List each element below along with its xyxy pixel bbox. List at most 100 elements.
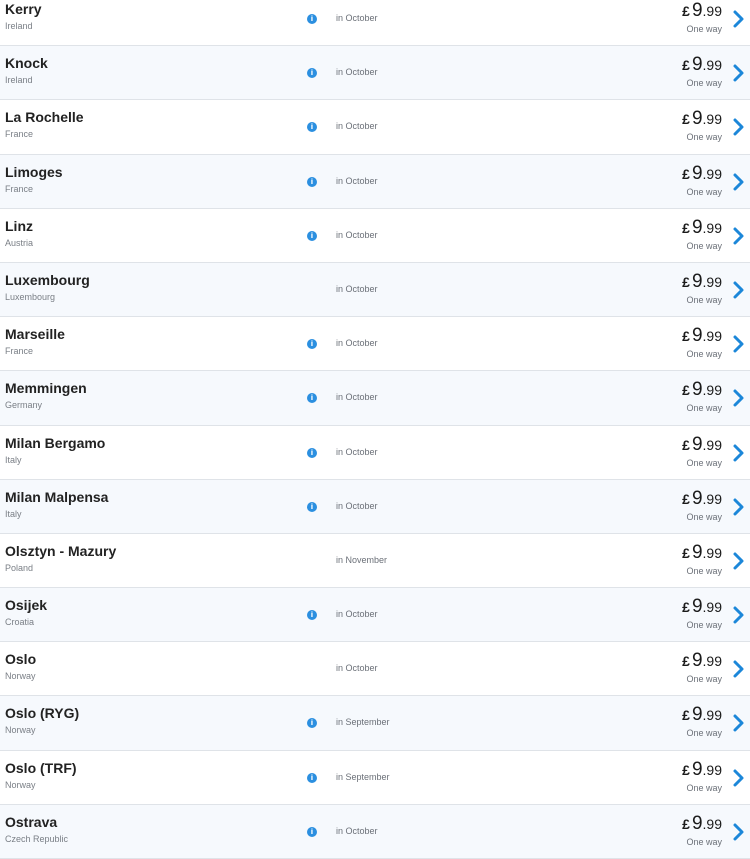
info-icon[interactable]: i <box>307 230 317 241</box>
fare-price: £9.99 <box>682 542 722 564</box>
travel-month: in October <box>336 121 378 132</box>
chevron-right-icon[interactable] <box>732 713 746 733</box>
destination-country: Ireland <box>5 75 33 86</box>
fare-currency: £ <box>682 328 690 345</box>
fare-currency: £ <box>682 165 690 182</box>
info-icon[interactable]: i <box>307 68 317 79</box>
chevron-right-icon[interactable] <box>732 9 746 29</box>
destination-country: Norway <box>5 725 36 736</box>
destination-country: Austria <box>5 237 34 248</box>
destination-city: La Rochelle <box>5 109 84 126</box>
info-icon[interactable]: i <box>307 501 317 512</box>
fare-price-decimal: .99 <box>702 436 722 453</box>
info-icon[interactable]: i <box>307 176 317 187</box>
destination-row[interactable]: Knock Ireland i in October £9.99 One way <box>0 46 750 101</box>
info-icon[interactable]: i <box>307 610 317 621</box>
info-icon[interactable]: i <box>307 447 317 458</box>
destination-city: Marseille <box>5 326 65 343</box>
chevron-right-icon[interactable] <box>732 822 746 842</box>
fare-currency: £ <box>682 490 690 507</box>
chevron-right-icon[interactable] <box>732 768 746 788</box>
fare-price: £9.99 <box>682 704 722 726</box>
fare-currency: £ <box>682 219 690 236</box>
chevron-right-icon[interactable] <box>732 226 746 246</box>
fare-price-integer: 9 <box>691 596 703 618</box>
travel-month: in October <box>336 663 378 674</box>
destination-row[interactable]: Milan Malpensa Italy i in October £9.99 … <box>0 479 750 534</box>
destination-city: Memmingen <box>5 380 87 397</box>
destination-city: Milan Malpensa <box>5 488 109 505</box>
destination-row[interactable]: Ostrava Czech Republic i in October £9.9… <box>0 804 750 859</box>
info-icon[interactable]: i <box>307 339 317 350</box>
chevron-right-icon[interactable] <box>732 172 746 192</box>
destination-row[interactable]: Milan Bergamo Italy i in October £9.99 O… <box>0 425 750 480</box>
destination-country: Croatia <box>5 617 35 628</box>
info-icon[interactable]: i <box>307 14 317 24</box>
chevron-right-icon[interactable] <box>732 63 746 83</box>
chevron-right-icon[interactable] <box>732 605 746 625</box>
fare-type: One way <box>686 349 722 360</box>
destination-country: France <box>5 129 34 140</box>
destination-row[interactable]: Linz Austria i in October £9.99 One way <box>0 208 750 263</box>
fare-type: One way <box>686 132 722 143</box>
destination-country: Luxembourg <box>5 291 56 302</box>
destination-row[interactable]: Marseille France i in October £9.99 One … <box>0 317 750 372</box>
fare-price-decimal: .99 <box>702 3 722 19</box>
fare-price-integer: 9 <box>691 216 703 238</box>
info-icon[interactable]: i <box>307 826 317 837</box>
destination-row[interactable]: Luxembourg Luxembourg in October £9.99 O… <box>0 262 750 318</box>
travel-month: in October <box>336 446 378 457</box>
fare-currency: £ <box>682 3 690 19</box>
travel-month: in October <box>336 67 378 78</box>
destination-row[interactable]: Oslo Norway in October £9.99 One way <box>0 642 750 697</box>
destination-row[interactable]: Osijek Croatia i in October £9.99 One wa… <box>0 588 750 643</box>
chevron-right-icon[interactable] <box>732 388 746 408</box>
chevron-right-icon[interactable] <box>732 551 746 571</box>
chevron-right-icon[interactable] <box>732 443 746 463</box>
fare-price: £9.99 <box>682 108 722 130</box>
travel-month: in November <box>336 554 388 565</box>
fare-price-decimal: .99 <box>702 490 722 507</box>
fare-price-integer: 9 <box>691 541 703 563</box>
chevron-right-icon[interactable] <box>732 280 746 300</box>
chevron-right-icon[interactable] <box>732 497 746 517</box>
fare-currency: £ <box>682 544 690 561</box>
destination-country: France <box>5 183 34 194</box>
chevron-right-icon[interactable] <box>732 659 746 679</box>
fare-price: £9.99 <box>682 596 722 618</box>
destination-row[interactable]: Oslo (TRF) Norway i in September £9.99 O… <box>0 750 750 805</box>
fare-type: One way <box>686 782 722 793</box>
destination-row[interactable]: La Rochelle France i in October £9.99 On… <box>0 100 750 155</box>
fare-price: £9.99 <box>682 163 722 185</box>
info-icon[interactable]: i <box>307 393 317 404</box>
fare-type: One way <box>686 294 722 305</box>
fare-price: £9.99 <box>682 271 722 293</box>
fare-currency: £ <box>682 761 690 778</box>
destination-row[interactable]: Olsztyn - Mazury Poland in November £9.9… <box>0 533 750 589</box>
destination-country: Poland <box>5 562 34 573</box>
fare-price-decimal: .99 <box>702 599 722 616</box>
fare-price-integer: 9 <box>691 704 703 726</box>
fare-price-decimal: .99 <box>702 165 722 182</box>
fare-price-decimal: .99 <box>702 328 722 345</box>
fare-price-integer: 9 <box>691 758 703 780</box>
travel-month: in October <box>336 283 378 294</box>
fare-currency: £ <box>682 273 690 290</box>
chevron-right-icon[interactable] <box>732 117 746 137</box>
destination-row[interactable]: Oslo (RYG) Norway i in September £9.99 O… <box>0 696 750 751</box>
destination-row[interactable]: Kerry Ireland i in October £9.99 One way <box>0 0 750 47</box>
info-icon[interactable]: i <box>307 772 317 783</box>
destination-city: Olsztyn - Mazury <box>5 542 117 559</box>
chevron-right-icon[interactable] <box>732 334 746 354</box>
destination-country: Germany <box>5 400 43 411</box>
destination-row[interactable]: Limoges France i in October £9.99 One wa… <box>0 154 750 209</box>
fare-price: £9.99 <box>682 325 722 347</box>
destination-country: France <box>5 346 34 357</box>
travel-month: in September <box>336 771 390 782</box>
fare-currency: £ <box>682 382 690 399</box>
info-icon[interactable]: i <box>307 718 317 729</box>
info-icon[interactable]: i <box>307 122 317 133</box>
destination-row[interactable]: Memmingen Germany i in October £9.99 One… <box>0 371 750 426</box>
destination-city: Oslo (RYG) <box>5 705 80 722</box>
fare-price-integer: 9 <box>691 54 703 76</box>
